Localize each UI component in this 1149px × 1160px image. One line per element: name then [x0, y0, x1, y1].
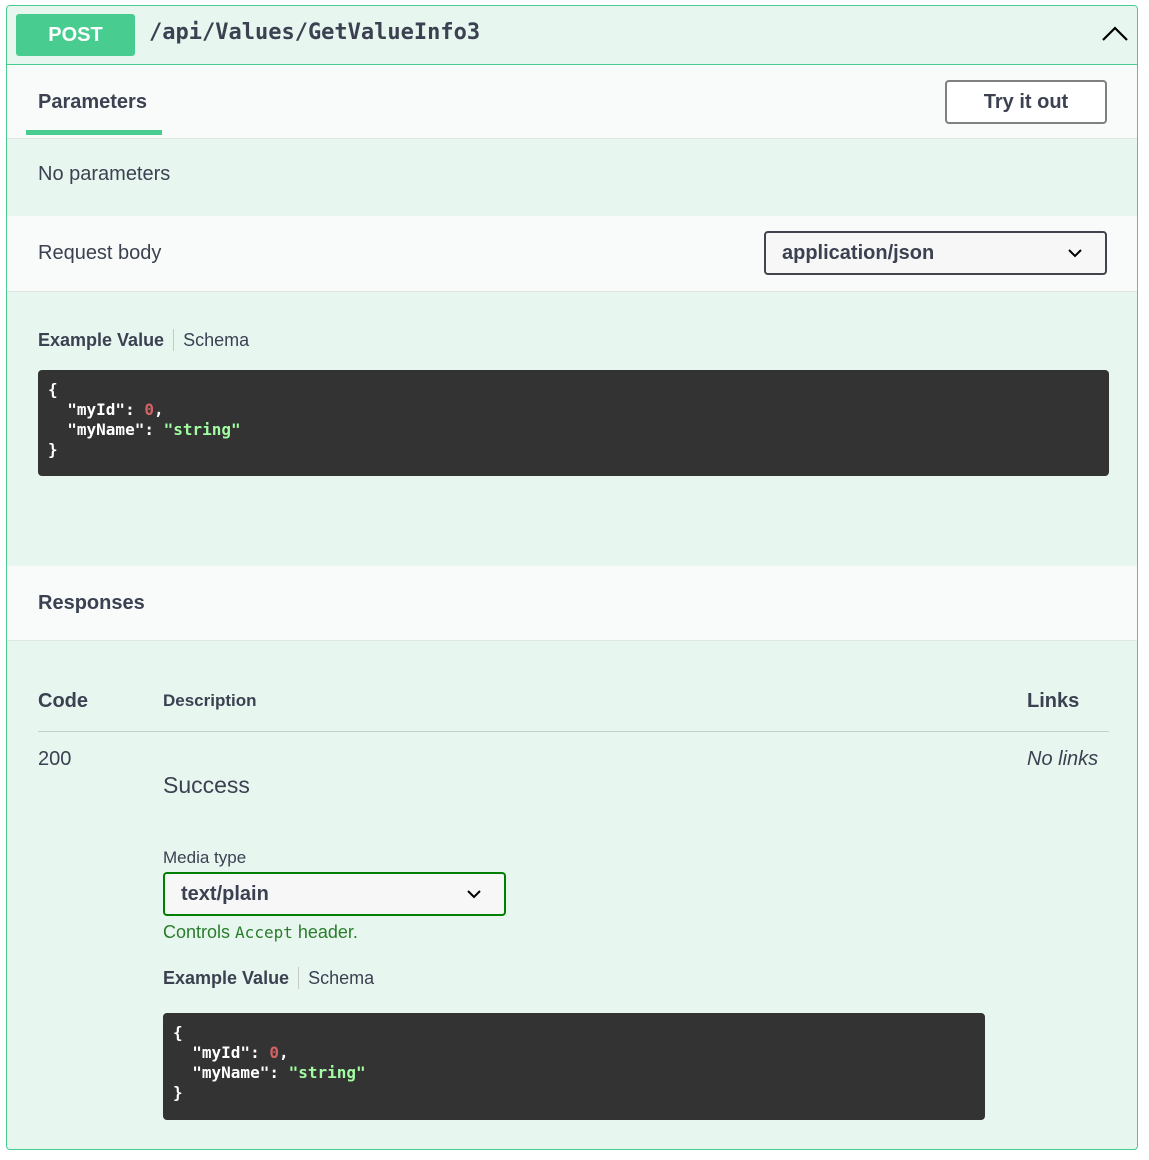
tab-parameters[interactable]: Parameters	[38, 91, 147, 114]
chevron-down-icon	[1068, 249, 1082, 258]
code-punct: :	[144, 420, 164, 439]
request-example-code: { "myId": 0, "myName": "string" }	[38, 370, 1109, 476]
code-punct: ,	[278, 1043, 289, 1062]
request-body-header: Request body application/json	[7, 216, 1137, 292]
response-description: Success	[163, 772, 250, 798]
operation-path: /api/Values/GetValueInfo3	[149, 20, 481, 45]
response-example-code: { "myId": 0, "myName": "string" }	[163, 1013, 985, 1120]
column-links: Links	[1027, 690, 1080, 712]
code-number: 0	[269, 1043, 279, 1062]
request-schema-tab[interactable]: Schema	[183, 330, 249, 351]
hint-code: Accept	[235, 923, 293, 942]
response-schema-tab[interactable]: Schema	[308, 968, 374, 989]
code-key: "myId"	[192, 1043, 251, 1062]
response-media-type-value: text/plain	[181, 882, 269, 905]
tab-divider	[298, 967, 300, 989]
code-brace: {	[48, 380, 58, 399]
code-string: "string"	[288, 1063, 366, 1082]
code-punct: :	[250, 1043, 270, 1062]
code-key: "myName"	[67, 420, 145, 439]
column-code: Code	[38, 690, 88, 712]
chevron-up-icon[interactable]	[1101, 24, 1129, 44]
response-example-value-tab[interactable]: Example Value	[163, 968, 289, 989]
request-body-label: Request body	[38, 242, 162, 264]
responses-header: Responses	[7, 566, 1137, 641]
request-content-type-select[interactable]: application/json	[764, 231, 1107, 275]
code-brace: }	[48, 440, 58, 459]
request-content-type-value: application/json	[782, 241, 935, 264]
code-brace: {	[173, 1023, 183, 1042]
try-it-out-button[interactable]: Try it out	[945, 80, 1107, 124]
response-example-tabs: Example Value Schema	[163, 967, 374, 989]
code-key: "myName"	[192, 1063, 270, 1082]
no-parameters-text: No parameters	[38, 163, 171, 185]
tab-active-indicator	[26, 130, 162, 135]
code-punct: ,	[153, 400, 164, 419]
response-links: No links	[1027, 748, 1099, 770]
media-type-label: Media type	[163, 848, 247, 867]
code-number: 0	[144, 400, 154, 419]
code-punct: :	[125, 400, 145, 419]
code-key: "myId"	[67, 400, 126, 419]
code-punct: :	[269, 1063, 289, 1082]
method-badge: POST	[16, 14, 135, 56]
table-header-divider	[38, 731, 1109, 732]
column-description: Description	[163, 691, 257, 710]
request-example-value-tab[interactable]: Example Value	[38, 330, 164, 351]
request-example-tabs: Example Value Schema	[38, 329, 249, 351]
hint-prefix: Controls	[163, 922, 231, 942]
code-brace: }	[173, 1083, 183, 1102]
tab-divider	[173, 329, 175, 351]
responses-title: Responses	[38, 592, 145, 614]
response-media-type-select[interactable]: text/plain	[163, 872, 506, 916]
response-code: 200	[38, 748, 72, 770]
operation-block: POST /api/Values/GetValueInfo3 Parameter…	[6, 5, 1138, 1150]
operation-summary[interactable]: POST /api/Values/GetValueInfo3	[7, 6, 1137, 65]
chevron-down-icon	[467, 890, 481, 899]
accept-header-hint: Controls Accept header.	[163, 922, 358, 943]
hint-suffix: header.	[297, 922, 358, 942]
parameters-header: Parameters Try it out	[7, 65, 1137, 139]
code-string: "string"	[163, 420, 241, 439]
